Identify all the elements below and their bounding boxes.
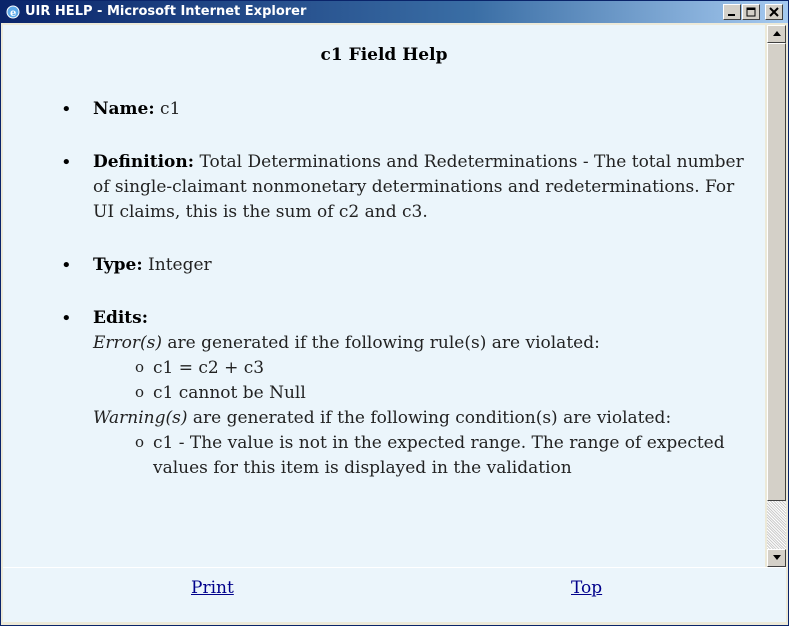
definition-label: Definition: (93, 152, 195, 172)
list-item-type: Type: Integer (51, 253, 751, 278)
ie-icon: e (5, 4, 21, 20)
name-label: Name: (93, 99, 155, 119)
warnings-list: c1 - The value is not in the expected ra… (93, 430, 751, 481)
print-link[interactable]: Print (191, 578, 234, 598)
scrollbar-track[interactable] (767, 501, 786, 549)
errors-intro-rest: are generated if the following rule(s) a… (162, 333, 600, 353)
field-list: Name: c1 Definition: Total Determination… (51, 97, 751, 509)
browser-window: e UIR HELP - Microsoft Internet Explorer… (0, 0, 789, 626)
warnings-intro-rest: are generated if the following condition… (187, 408, 672, 428)
vertical-scrollbar[interactable] (767, 25, 786, 567)
warning-rule: c1 - The value is not in the expected ra… (133, 430, 751, 481)
errors-list: c1 = c2 + c3 c1 cannot be Null (93, 355, 751, 406)
maximize-icon (746, 7, 756, 17)
close-button[interactable] (765, 4, 783, 20)
errors-intro: Error(s) are generated if the following … (93, 331, 751, 356)
minimize-button[interactable] (723, 4, 741, 20)
close-icon (769, 7, 779, 17)
title-bar[interactable]: e UIR HELP - Microsoft Internet Explorer (1, 1, 788, 23)
name-value: c1 (160, 99, 181, 119)
svg-text:e: e (10, 8, 16, 19)
type-value: Integer (148, 255, 212, 275)
type-label: Type: (93, 255, 143, 275)
errors-intro-em: Error(s) (93, 333, 163, 353)
page-title: c1 Field Help (320, 45, 448, 65)
warnings-intro: Warning(s) are generated if the followin… (93, 406, 751, 431)
error-rule: c1 cannot be Null (133, 380, 751, 406)
scrollbar-thumb[interactable] (767, 43, 786, 501)
arrow-up-icon (773, 31, 781, 36)
edits-label: Edits: (93, 308, 149, 328)
maximize-button[interactable] (742, 4, 760, 20)
scroll-down-button[interactable] (767, 549, 786, 567)
list-item-name: Name: c1 (51, 97, 751, 122)
footer-nav: Print Top (3, 567, 786, 622)
list-item-definition: Definition: Total Determinations and Red… (51, 150, 751, 225)
help-content: c1 Field Help Name: c1 Definition: Total… (3, 25, 765, 567)
scroll-up-button[interactable] (767, 25, 786, 43)
list-item-edits: Edits: Error(s) are generated if the fol… (51, 306, 751, 481)
top-link[interactable]: Top (571, 578, 602, 598)
window-title: UIR HELP - Microsoft Internet Explorer (25, 4, 307, 19)
minimize-icon (728, 14, 735, 16)
error-rule: c1 = c2 + c3 (133, 355, 751, 381)
arrow-down-icon (773, 555, 781, 560)
warnings-intro-em: Warning(s) (93, 408, 188, 428)
